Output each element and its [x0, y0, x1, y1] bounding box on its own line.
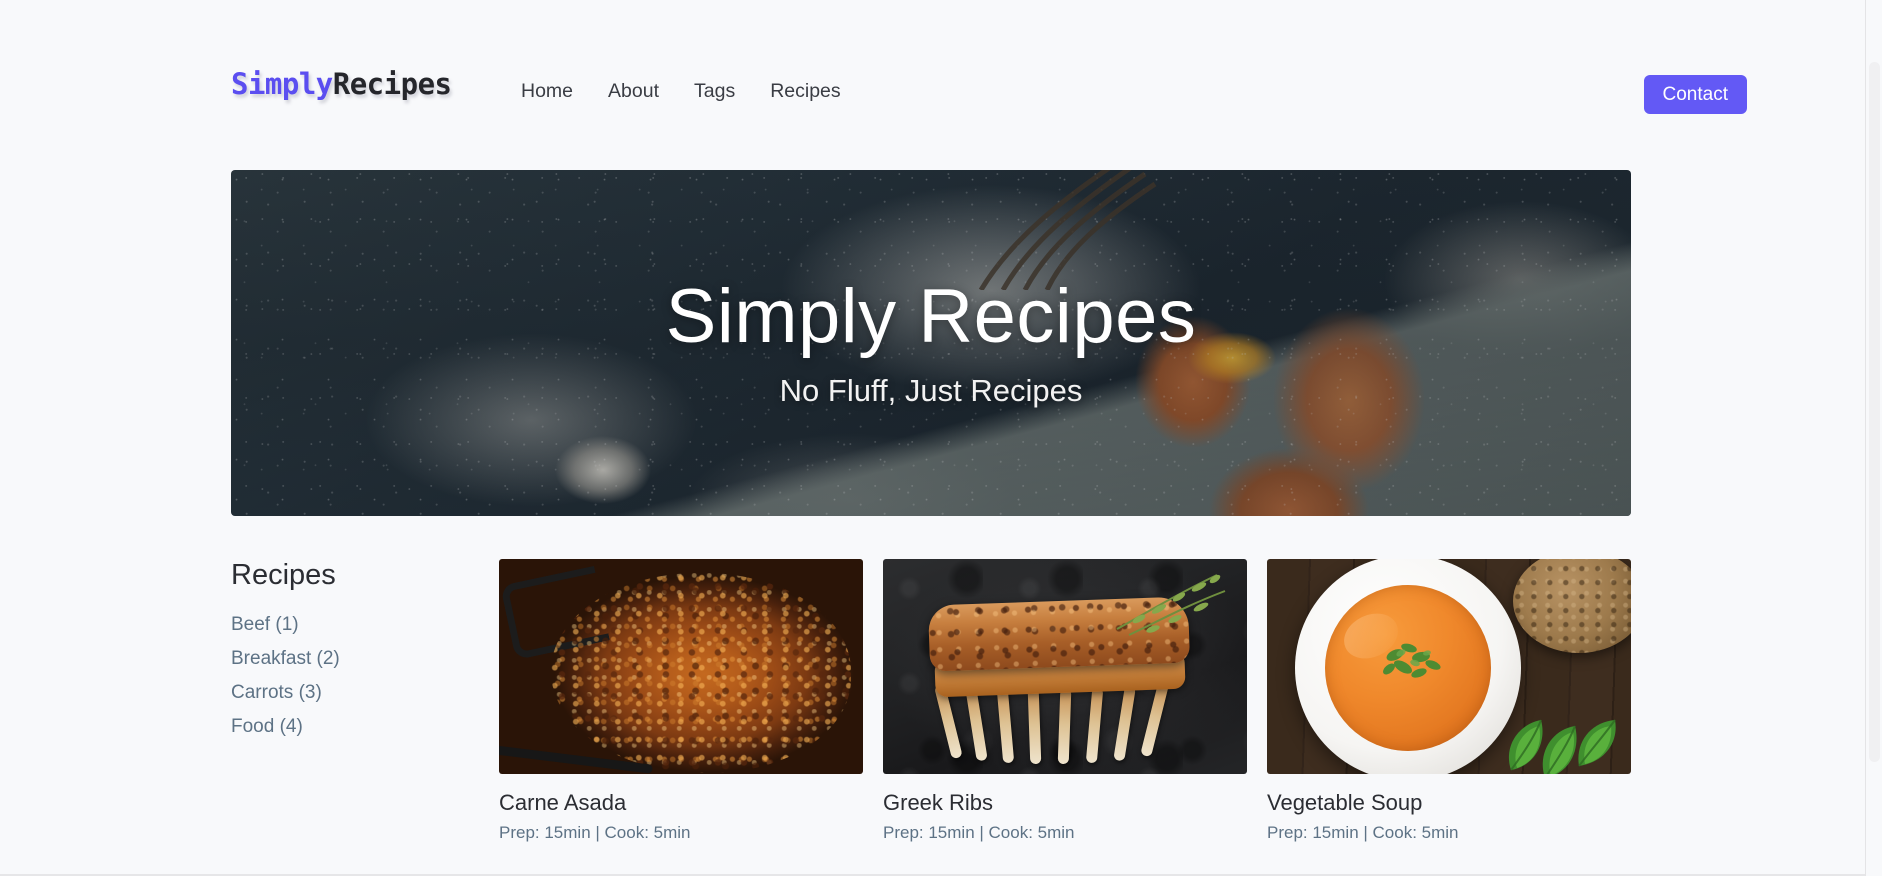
recipe-card-greek-ribs[interactable]: Greek Ribs Prep: 15min | Cook: 5min — [883, 559, 1247, 843]
recipe-meta: Prep: 15min | Cook: 5min — [883, 823, 1075, 843]
sidebar-tag-breakfast[interactable]: Breakfast (2) — [231, 648, 340, 669]
thyme-sprig-icon — [1116, 574, 1226, 636]
recipe-image-vegetable-soup[interactable] — [1267, 559, 1631, 774]
recipe-meta: Prep: 15min | Cook: 5min — [1267, 823, 1459, 843]
page-root: SimplyRecipes Home About Tags Recipes Co… — [0, 0, 1865, 876]
herb-garnish-icon — [1383, 643, 1441, 678]
logo-text-simply: Simply — [231, 67, 333, 101]
recipe-image-carne-asada[interactable] — [499, 559, 863, 774]
site-logo[interactable]: SimplyRecipes — [231, 67, 452, 101]
sidebar: Recipes Beef (1) Breakfast (2) Carrots (… — [231, 559, 499, 843]
site-header: SimplyRecipes Home About Tags Recipes Co… — [0, 34, 1865, 114]
bread-roll — [1513, 559, 1631, 653]
sidebar-tag-food[interactable]: Food (4) — [231, 716, 303, 737]
recipe-title: Carne Asada — [499, 790, 627, 815]
recipe-grid: Carne Asada Prep: 15min | Cook: 5min Gre… — [499, 559, 1631, 843]
hero-title: Simply Recipes — [665, 274, 1197, 360]
browser-viewport: SimplyRecipes Home About Tags Recipes Co… — [0, 0, 1882, 876]
hero-banner: Simply Recipes No Fluff, Just Recipes — [231, 170, 1631, 516]
recipe-title: Greek Ribs — [883, 790, 994, 815]
list-item: Breakfast (2) — [231, 649, 499, 669]
list-item: Beef (1) — [231, 615, 499, 635]
sidebar-title: Recipes — [231, 559, 336, 591]
contact-button[interactable]: Contact — [1643, 75, 1747, 114]
sidebar-tag-beef[interactable]: Beef (1) — [231, 614, 299, 635]
recipe-card-vegetable-soup[interactable]: Vegetable Soup Prep: 15min | Cook: 5min — [1267, 559, 1631, 843]
logo-text-recipes: Recipes — [332, 67, 452, 101]
vertical-scrollbar[interactable] — [1865, 0, 1882, 876]
recipe-meta: Prep: 15min | Cook: 5min — [499, 823, 691, 843]
sidebar-tag-carrots[interactable]: Carrots (3) — [231, 682, 322, 703]
basil-leaves-icon — [1508, 719, 1616, 774]
scrollbar-thumb[interactable] — [1869, 62, 1880, 762]
hero-content: Simply Recipes No Fluff, Just Recipes — [231, 170, 1631, 516]
recipe-title: Vegetable Soup — [1267, 790, 1423, 815]
main-content: Recipes Beef (1) Breakfast (2) Carrots (… — [231, 559, 1631, 843]
beef-texture — [551, 573, 851, 773]
hero-subtitle: No Fluff, Just Recipes — [779, 372, 1083, 408]
recipe-card-carne-asada[interactable]: Carne Asada Prep: 15min | Cook: 5min — [499, 559, 863, 843]
recipe-image-greek-ribs[interactable] — [883, 559, 1247, 774]
list-item: Food (4) — [231, 717, 499, 737]
nav-link-recipes[interactable]: Recipes — [770, 81, 840, 102]
nav-link-home[interactable]: Home — [521, 81, 573, 102]
main-navigation: Home About Tags Recipes — [521, 81, 841, 102]
nav-link-about[interactable]: About — [608, 81, 659, 102]
list-item: Carrots (3) — [231, 683, 499, 703]
nav-link-tags[interactable]: Tags — [694, 81, 735, 102]
tag-list: Beef (1) Breakfast (2) Carrots (3) Food … — [231, 615, 499, 737]
